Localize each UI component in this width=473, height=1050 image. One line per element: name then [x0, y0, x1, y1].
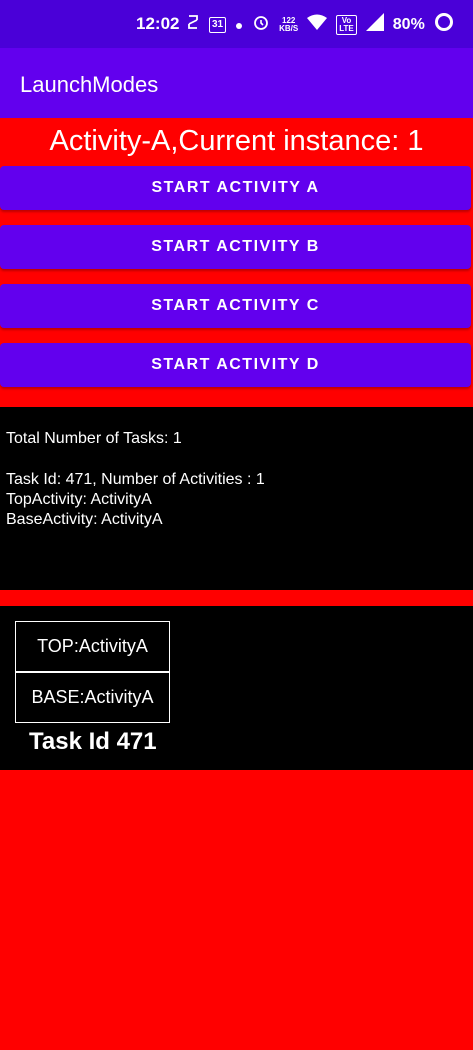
start-activity-a-button[interactable]: START ACTIVITY A — [0, 166, 471, 210]
task-stack-panel: TOP:ActivityA BASE:ActivityA Task Id 471 — [0, 606, 473, 770]
task-info-panel: Total Number of Tasks: 1 Task Id: 471, N… — [0, 407, 473, 590]
dot-icon — [235, 15, 243, 35]
current-instance-label: Activity-A,Current instance: 1 — [49, 125, 424, 157]
calendar-icon: 31 — [209, 16, 227, 33]
start-activity-d-button[interactable]: START ACTIVITY D — [0, 343, 471, 387]
start-activity-c-button[interactable]: START ACTIVITY C — [0, 284, 471, 328]
sync-icon — [186, 13, 200, 36]
top-activity-text: TopActivity: ActivityA — [6, 491, 152, 508]
app-bar: LaunchModes — [0, 48, 473, 118]
alarm-icon — [252, 13, 270, 36]
stack-base-activity: BASE:ActivityA — [15, 672, 170, 723]
status-bar: 12:02 31 122 KB/S Vo LTE 80% — [0, 0, 473, 48]
volte-icon: Vo LTE — [336, 14, 357, 35]
stack-top-activity: TOP:ActivityA — [15, 621, 170, 672]
data-speed-unit: KB/S — [279, 23, 299, 33]
status-icons: 31 122 KB/S Vo LTE 80% — [186, 12, 454, 37]
start-activity-b-button[interactable]: START ACTIVITY B — [0, 225, 471, 269]
signal-icon — [365, 13, 384, 36]
volte-bottom: LTE — [339, 23, 354, 33]
stack-task-id-label: Task Id 471 — [29, 728, 157, 755]
battery-percentage: 80% — [392, 15, 425, 33]
wifi-icon — [307, 14, 328, 35]
app-title: LaunchModes — [20, 72, 159, 97]
data-speed-icon: 122 KB/S — [279, 16, 299, 33]
status-time: 12:02 — [136, 14, 180, 33]
task-id-text: Task Id: 471, Number of Activities : 1 — [6, 471, 265, 488]
total-tasks-text: Total Number of Tasks: 1 — [6, 430, 182, 447]
base-activity-text: BaseActivity: ActivityA — [6, 511, 163, 528]
battery-icon — [434, 12, 454, 37]
